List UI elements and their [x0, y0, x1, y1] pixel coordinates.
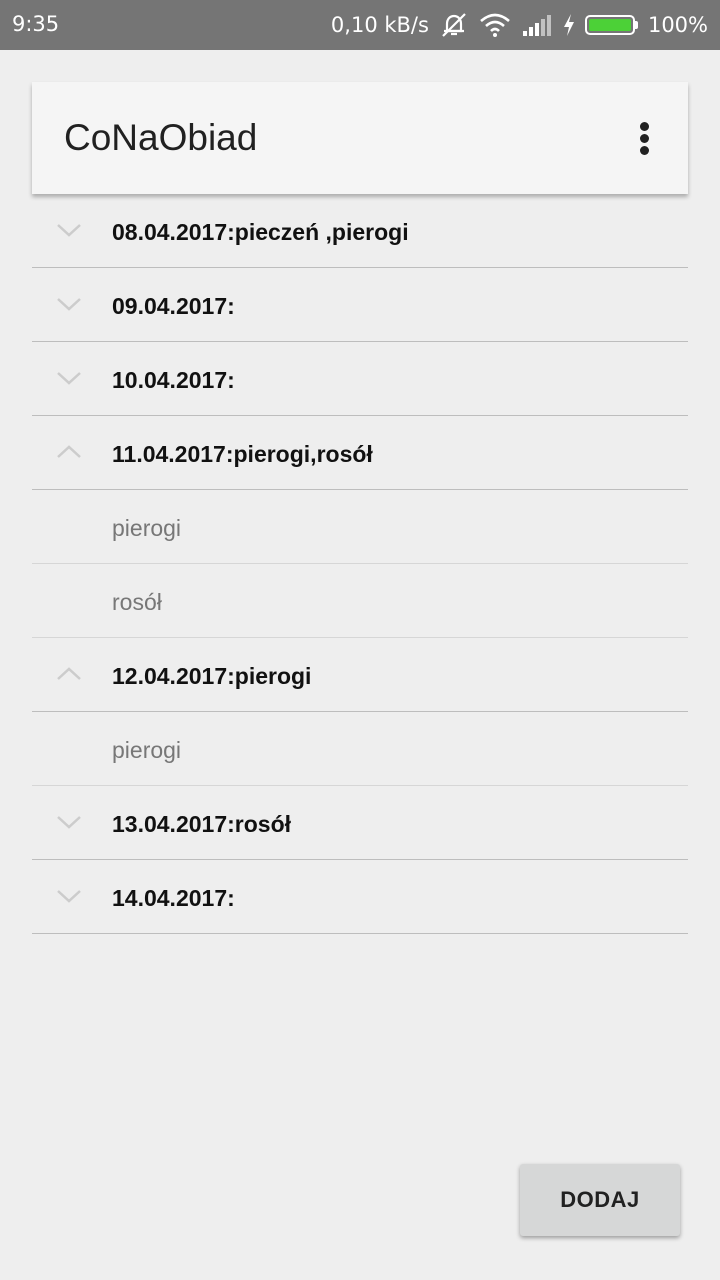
group-row[interactable]: 10.04.2017: — [32, 342, 688, 416]
app-bar: CoNaObiad — [32, 82, 688, 194]
status-bar: 9:35 0,10 kB/s 100% — [0, 0, 720, 50]
network-speed: 0,10 kB/s — [330, 13, 429, 37]
group-row[interactable]: 14.04.2017: — [32, 860, 688, 934]
group-title: 14.04.2017: — [112, 885, 235, 911]
chevron-down-icon — [56, 888, 82, 904]
group-title: 08.04.2017:pieczeń ,pierogi — [112, 219, 409, 245]
battery-icon — [584, 15, 638, 35]
app-title: CoNaObiad — [64, 117, 258, 158]
silent-mode-icon — [439, 12, 469, 38]
status-icons: 0,10 kB/s 100% — [331, 10, 708, 40]
battery-percent: 100% — [647, 13, 708, 37]
group-row[interactable]: 12.04.2017:pierogi — [32, 638, 688, 712]
chevron-up-icon — [56, 666, 82, 682]
overflow-menu-icon[interactable] — [626, 118, 662, 158]
chevron-up-icon — [56, 444, 82, 460]
group-row[interactable]: 08.04.2017:pieczeń ,pierogi — [32, 194, 688, 268]
signal-icon — [521, 13, 553, 37]
child-row[interactable]: pierogi — [32, 712, 688, 786]
child-row[interactable]: rosół — [32, 564, 688, 638]
charging-icon — [563, 13, 575, 37]
child-label: pierogi — [112, 737, 182, 763]
chevron-down-icon — [56, 222, 82, 238]
group-title: 09.04.2017: — [112, 293, 235, 319]
group-row[interactable]: 11.04.2017:pierogi,rosół — [32, 416, 688, 490]
group-title: 12.04.2017:pierogi — [112, 663, 312, 689]
child-label: pierogi — [112, 515, 182, 541]
chevron-down-icon — [56, 814, 82, 830]
group-title: 13.04.2017:rosół — [112, 811, 292, 837]
day-list: 08.04.2017:pieczeń ,pierogi 09.04.2017: 10… — [32, 194, 688, 934]
group-row[interactable]: 13.04.2017:rosół — [32, 786, 688, 860]
wifi-icon — [479, 12, 511, 38]
group-title: 11.04.2017:pierogi,rosół — [112, 441, 373, 467]
group-title: 10.04.2017: — [112, 367, 235, 393]
child-label: rosół — [112, 589, 162, 615]
chevron-down-icon — [56, 370, 82, 386]
status-time: 9:35 — [12, 12, 60, 36]
chevron-down-icon — [56, 296, 82, 312]
group-row[interactable]: 09.04.2017: — [32, 268, 688, 342]
add-button[interactable]: DODAJ — [520, 1164, 680, 1236]
child-row[interactable]: pierogi — [32, 490, 688, 564]
